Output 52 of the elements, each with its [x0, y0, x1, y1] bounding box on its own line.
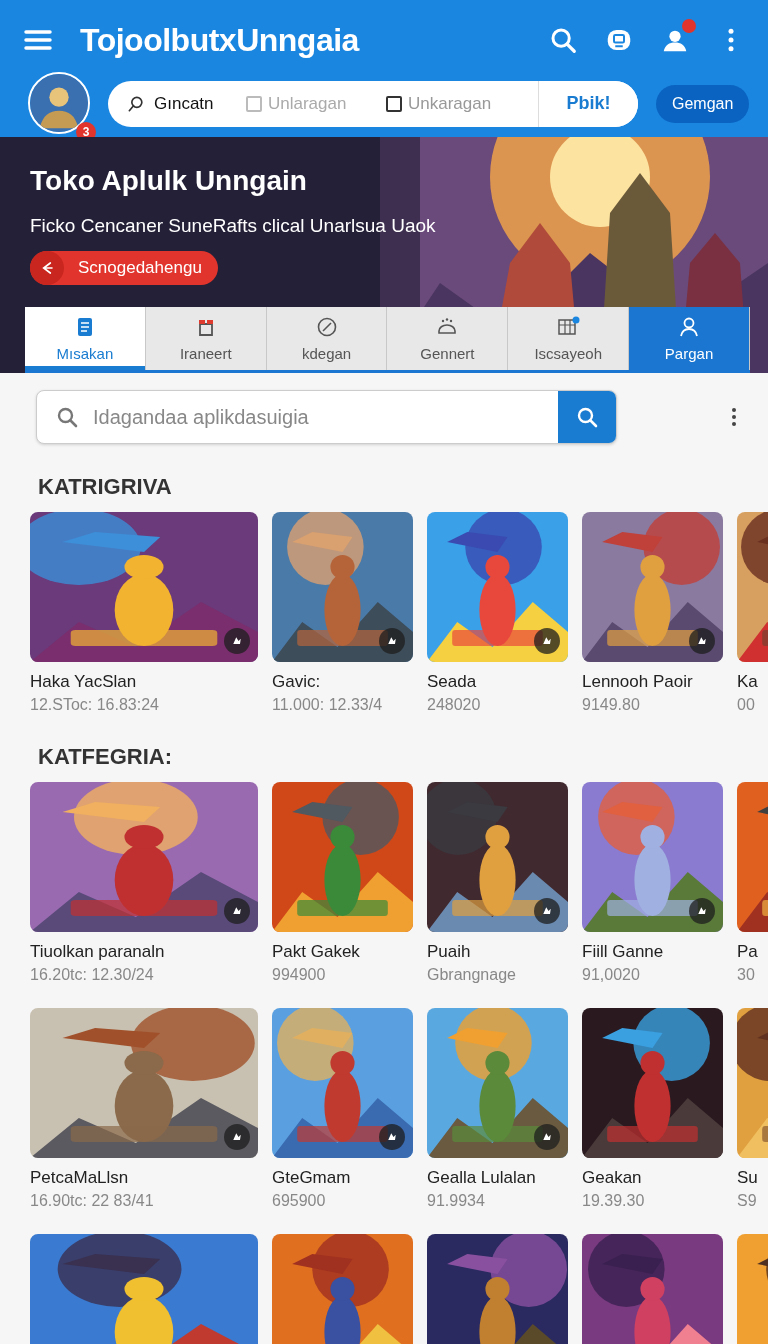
tab[interactable]: kdegan [266, 307, 388, 370]
tab[interactable]: Iscsayeoh [508, 307, 630, 370]
app-info: 91,0020 [582, 966, 641, 984]
search-icon [55, 405, 79, 429]
app-name[interactable]: Seada [427, 672, 568, 692]
app-info: Gbrangnage [427, 966, 517, 984]
app-info: 248020 [427, 696, 482, 714]
app-info: 16.20tc: 12.30/24 [30, 966, 155, 984]
app-name[interactable]: Geakan [582, 1168, 723, 1188]
app-name[interactable]: Pa [737, 942, 768, 962]
app-name[interactable]: Lennooh Paoir [582, 672, 723, 692]
app-title: TojoolbutxUnngaia [80, 21, 361, 59]
tab[interactable]: Mısakan [25, 307, 146, 370]
app-info: 12.SToc: 16.83:24 [30, 696, 160, 714]
search-input[interactable]: Idagandaa aplikdasuigia [91, 404, 558, 430]
app-name[interactable]: Tiuolkan paranaln [30, 942, 258, 962]
search-field[interactable]: Idagandaa aplikdasuigia [36, 390, 617, 444]
app-name[interactable]: Su [737, 1168, 768, 1188]
tab[interactable]: Iraneert [145, 307, 267, 370]
app-name[interactable]: Ka [737, 672, 768, 692]
app-name[interactable]: Gavic: [272, 672, 413, 692]
app-info: 695900 [272, 1192, 327, 1210]
search-button[interactable] [558, 391, 616, 443]
app-info: 19.39.30 [582, 1192, 646, 1210]
app-name[interactable]: Gealla Lulalan [427, 1168, 568, 1188]
app-info: 16.90tc: 22 83/41 [30, 1192, 155, 1210]
tab[interactable]: Gennert [387, 307, 509, 370]
banner-title: Toko Aplulk Unngain [30, 165, 308, 197]
app-name[interactable]: Fiill Ganne [582, 942, 723, 962]
banner-button[interactable]: Scnogedahengu [30, 251, 218, 285]
tab[interactable]: Pargan [629, 307, 750, 370]
app-name[interactable]: Puaih [427, 942, 568, 962]
app-name[interactable]: Haka YacSlan [30, 672, 258, 692]
header-button[interactable]: Gemgan [656, 84, 750, 123]
avatar[interactable] [28, 71, 90, 134]
app-info: 994900 [272, 966, 327, 984]
app-name[interactable]: PetcaMaLlsn [30, 1168, 258, 1188]
app-info: 9149.80 [582, 696, 641, 714]
back-icon [30, 251, 64, 285]
section-title: KATRIGRIVA [38, 474, 173, 500]
search-icon [575, 405, 599, 429]
search-label: Gıncatn [154, 93, 214, 114]
app-info: S9 [737, 1192, 758, 1210]
banner-subtitle: Ficko Cencaner SuneRafts clical Unarlsua Uaok [30, 215, 437, 237]
app-info: 91.9934 [427, 1192, 486, 1210]
action-button[interactable]: Pbik! [538, 80, 638, 127]
app-info: 11.000: 12.33/4 [272, 696, 384, 714]
app-name[interactable]: Pakt Gakek [272, 942, 413, 962]
app-info: 00 [737, 696, 756, 714]
app-name[interactable]: GteGmam [272, 1168, 413, 1188]
app-info: 30 [737, 966, 756, 984]
section-title: KATFEGRIA: [38, 744, 174, 770]
